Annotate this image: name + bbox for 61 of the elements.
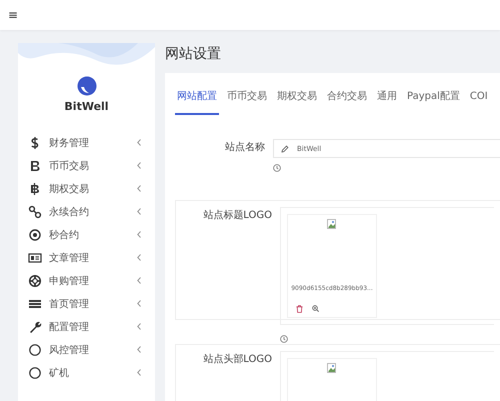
- chevron-icon: [137, 208, 141, 215]
- item-label: 首页管理: [49, 298, 90, 310]
- chevron-icon: [137, 231, 141, 238]
- lifebuoy-icon: [28, 274, 42, 288]
- b-letter-icon: [28, 158, 42, 172]
- sidebar-item[interactable]: 配置管理: [18, 315, 155, 338]
- page-title: 网站设置: [165, 45, 222, 64]
- broken-image-icon: [327, 219, 337, 230]
- item-label: 矿机: [49, 366, 70, 380]
- item-label: 配置管理: [49, 320, 90, 334]
- menu-button[interactable]: ≡: [8, 8, 18, 22]
- tab[interactable]: 期权交易: [275, 87, 319, 115]
- delete-icon: [296, 305, 303, 313]
- zoom-icon: [312, 305, 319, 312]
- chevron-icon: [137, 346, 141, 353]
- circle-icon: [28, 342, 42, 356]
- link-icon: [28, 204, 42, 218]
- sidebar-item[interactable]: 矿机: [18, 361, 155, 384]
- sidebar-item[interactable]: 永续合约: [18, 200, 155, 223]
- chevron-icon: [137, 369, 141, 376]
- item-label: 财务管理: [49, 136, 90, 150]
- b-currency-icon: [28, 182, 42, 196]
- item-label: 期权交易: [49, 182, 90, 196]
- item-label: 币币交易: [49, 160, 90, 172]
- brand-name: BitWell: [64, 100, 109, 113]
- circle-icon: [28, 366, 42, 380]
- sidebar-item[interactable]: 币币交易: [18, 154, 155, 177]
- item-label: 风控管理: [49, 344, 90, 356]
- item-label: 秒合约: [49, 228, 80, 242]
- field-label: 站点头部LOGO: [202, 352, 273, 367]
- broken-image-icon: [327, 363, 337, 374]
- tab[interactable]: COI: [468, 87, 490, 115]
- tab[interactable]: 合约交易: [325, 87, 369, 115]
- tab[interactable]: 币币交易: [225, 87, 269, 115]
- sidebar-item[interactable]: 风控管理: [18, 338, 155, 361]
- logo-icon: [76, 76, 96, 96]
- chevron-icon: [137, 254, 141, 261]
- tab[interactable]: Paypal配置: [405, 87, 462, 115]
- field-label: 站点标题LOGO: [202, 208, 273, 223]
- pencil-icon: [281, 144, 289, 152]
- wrench-icon: [28, 320, 42, 334]
- target-icon: [28, 228, 42, 242]
- chevron-icon: [137, 300, 141, 307]
- chevron-icon: [137, 323, 141, 330]
- sidebar-item[interactable]: 财务管理: [18, 131, 155, 154]
- sidebar-item[interactable]: 申购管理: [18, 269, 155, 292]
- chevron-icon: [137, 185, 141, 192]
- sidebar-item[interactable]: 首页管理: [18, 292, 155, 315]
- sidebar-item[interactable]: 秒合约: [18, 223, 155, 246]
- item-label: 文章管理: [49, 252, 90, 264]
- chevron-icon: [137, 162, 141, 169]
- item-label: 申购管理: [49, 274, 90, 288]
- item-label: 永续合约: [49, 206, 90, 218]
- tab[interactable]: 通用: [375, 87, 399, 115]
- card-icon: [28, 250, 42, 264]
- sidebar-item[interactable]: 文章管理: [18, 246, 155, 269]
- chevron-icon: [137, 139, 141, 146]
- sidebar-item[interactable]: 期权交易: [18, 177, 155, 200]
- chevron-icon: [137, 277, 141, 284]
- field-label: 站点名称: [224, 140, 266, 155]
- tab[interactable]: 网站配置: [175, 87, 219, 115]
